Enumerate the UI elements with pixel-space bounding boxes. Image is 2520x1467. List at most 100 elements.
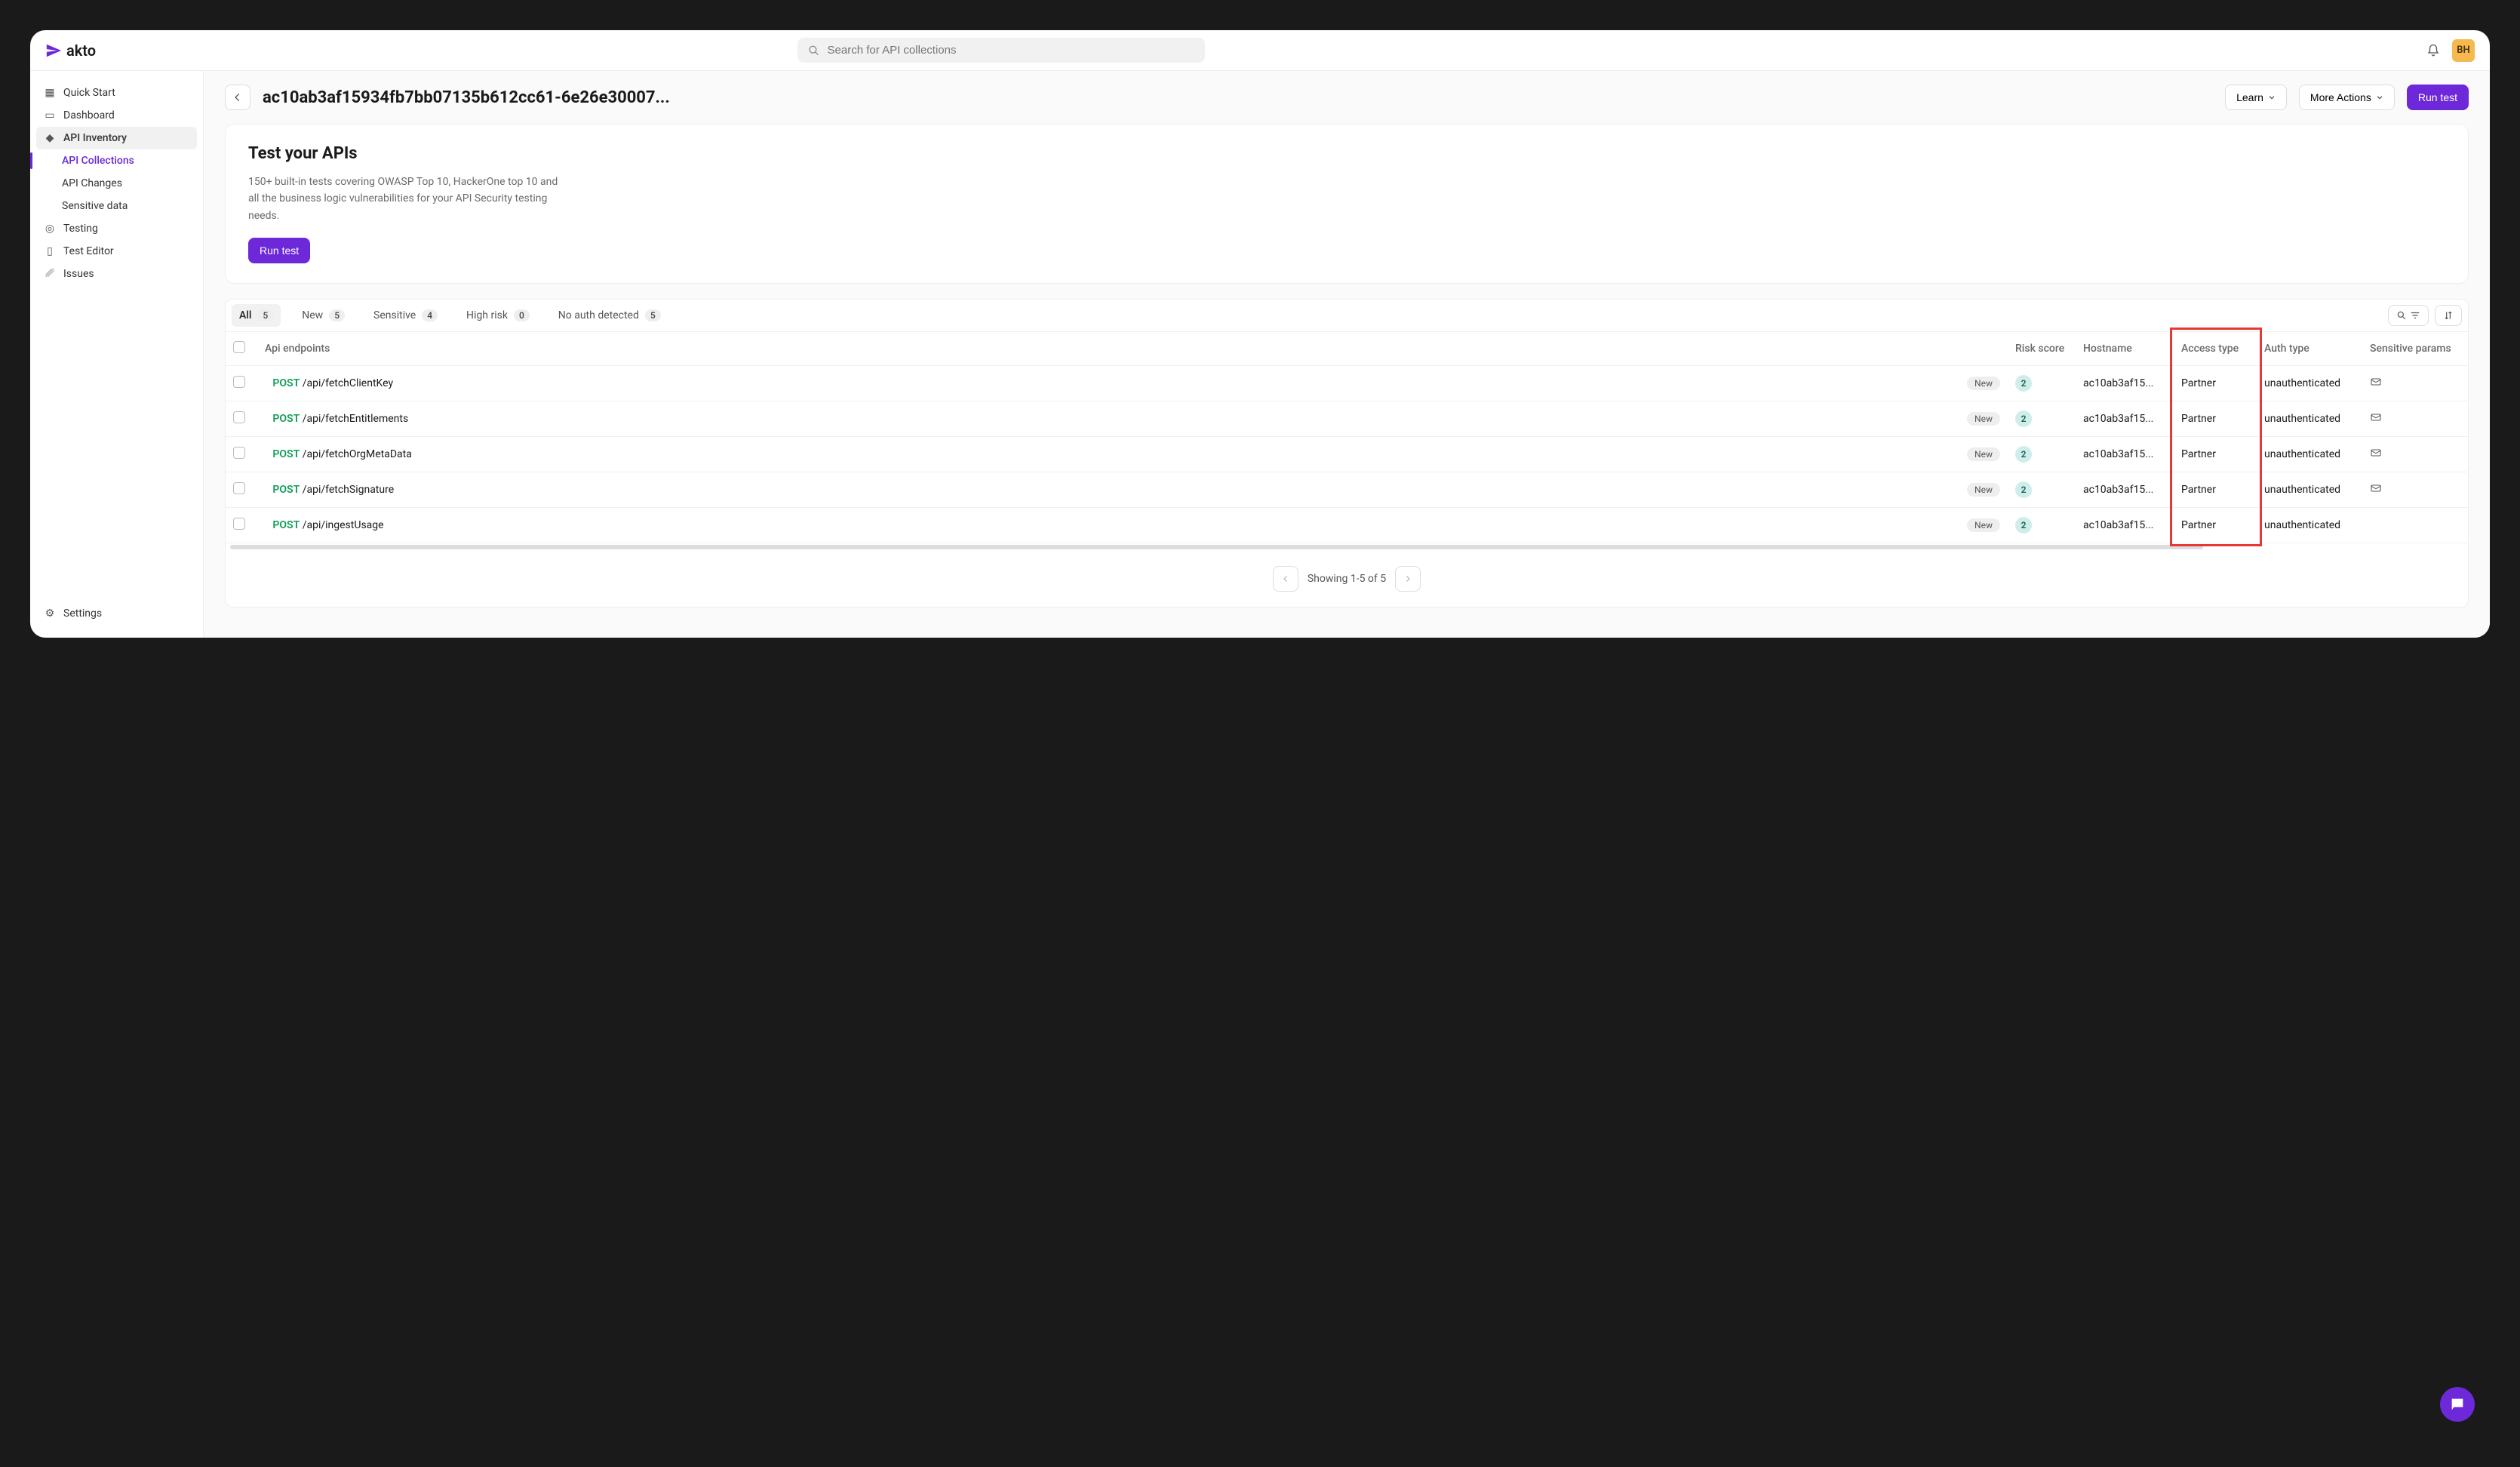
sensitive-cell: [2362, 437, 2468, 472]
filter-tabs: All 5 New 5 Sensitive 4 High risk 0 No a…: [225, 299, 2469, 332]
avatar[interactable]: BH: [2452, 39, 2475, 62]
col-risk[interactable]: Risk score: [2008, 332, 2076, 366]
endpoints-table: Api endpoints Risk score Hostname Access…: [225, 332, 2469, 607]
chevron-left-icon: [1281, 574, 1290, 583]
sensitive-cell: [2362, 508, 2468, 543]
dashboard-icon: ▭: [44, 109, 56, 121]
http-method: POST: [272, 484, 300, 496]
endpoint-path: /api/ingestUsage: [303, 519, 384, 531]
new-badge: New: [1967, 412, 2000, 426]
http-method: POST: [272, 413, 300, 425]
run-test-button[interactable]: Run test: [2407, 85, 2469, 110]
auth-cell: unauthenticated: [2257, 401, 2362, 437]
auth-cell: unauthenticated: [2257, 508, 2362, 543]
col-auth[interactable]: Auth type: [2257, 332, 2362, 366]
back-button[interactable]: [225, 85, 250, 110]
nav-api-inventory[interactable]: ◆ API Inventory: [36, 127, 197, 149]
hostname-cell: ac10ab3af15...: [2076, 401, 2174, 437]
nav-sensitive-data[interactable]: Sensitive data: [36, 195, 197, 217]
endpoint-path: /api/fetchEntitlements: [303, 413, 409, 425]
row-checkbox[interactable]: [233, 376, 245, 388]
count-badge: 5: [645, 309, 661, 321]
http-method: POST: [272, 448, 300, 460]
nav-settings[interactable]: ⚙ Settings: [36, 600, 197, 627]
row-checkbox[interactable]: [233, 482, 245, 494]
page-header: ac10ab3af15934fb7bb07135b612cc61-6e26e30…: [204, 71, 2490, 124]
learn-button[interactable]: Learn: [2225, 85, 2287, 110]
endpoint-cell: POST /api/fetchSignature: [257, 472, 1955, 508]
paper-plane-icon: [45, 42, 62, 59]
intro-run-test-button[interactable]: Run test: [248, 238, 310, 263]
sort-button[interactable]: [2435, 305, 2462, 326]
count-badge: 5: [329, 309, 345, 321]
col-hostname[interactable]: Hostname: [2076, 332, 2174, 366]
intro-body: 150+ built-in tests covering OWASP Top 1…: [248, 174, 565, 224]
tab-sensitive[interactable]: Sensitive 4: [366, 304, 445, 327]
bell-icon[interactable]: [2426, 44, 2440, 57]
grid-icon: ▦: [44, 87, 56, 99]
hostname-cell: ac10ab3af15...: [2076, 366, 2174, 401]
file-icon: ▯: [44, 245, 56, 257]
table-row[interactable]: POST /api/fetchEntitlements New 2 ac10ab3af…: [226, 401, 2468, 437]
table-row[interactable]: POST /api/fetchSignatureNew2ac10ab3af15.…: [226, 472, 2468, 508]
col-endpoints[interactable]: Api endpoints: [257, 332, 1955, 366]
topbar-right: BH: [2426, 39, 2475, 62]
nav-testing[interactable]: ◎ Testing: [36, 217, 197, 240]
chat-launcher[interactable]: [2440, 1387, 2475, 1422]
app-window: akto BH ▦ Quick Start ▭ Dashboard ◆ API …: [30, 30, 2490, 638]
search-box[interactable]: [797, 38, 1205, 63]
page-title: ac10ab3af15934fb7bb07135b612cc61-6e26e30…: [263, 88, 2213, 107]
table-row[interactable]: POST /api/fetchClientKeyNew2ac10ab3af15.…: [226, 366, 2468, 401]
endpoint-cell: POST /api/fetchClientKey: [257, 366, 1955, 401]
search-input[interactable]: [828, 44, 1195, 57]
horizontal-scrollbar[interactable]: [230, 545, 2203, 549]
tab-new[interactable]: New 5: [294, 304, 352, 327]
chart-icon: ␥: [44, 268, 56, 280]
more-actions-button[interactable]: More Actions: [2299, 85, 2395, 110]
next-page-button[interactable]: [1395, 566, 1421, 592]
brand-name: akto: [66, 42, 96, 60]
pagination-text: Showing 1-5 of 5: [1308, 573, 1386, 585]
risk-badge: 2: [2015, 517, 2032, 534]
row-checkbox[interactable]: [233, 518, 245, 530]
intro-heading: Test your APIs: [248, 144, 2445, 163]
tab-all[interactable]: All 5: [232, 304, 281, 327]
risk-badge: 2: [2015, 411, 2032, 427]
search-filter-button[interactable]: [2388, 305, 2429, 326]
chevron-down-icon: [2268, 94, 2276, 101]
col-sensitive[interactable]: Sensitive params: [2362, 332, 2468, 366]
table-row[interactable]: POST /api/ingestUsageNew2ac10ab3af15...P…: [226, 508, 2468, 543]
prev-page-button[interactable]: [1273, 566, 1298, 592]
auth-cell: unauthenticated: [2257, 472, 2362, 508]
brand-logo[interactable]: akto: [45, 42, 181, 60]
risk-badge: 2: [2015, 446, 2032, 463]
mail-icon: [2370, 411, 2382, 423]
access-cell: Partner: [2174, 508, 2257, 543]
nav-test-editor[interactable]: ▯ Test Editor: [36, 240, 197, 263]
auth-cell: unauthenticated: [2257, 366, 2362, 401]
http-method: POST: [272, 377, 300, 389]
nav-dashboard[interactable]: ▭ Dashboard: [36, 104, 197, 127]
tab-no-auth[interactable]: No auth detected 5: [551, 304, 668, 327]
hostname-cell: ac10ab3af15...: [2076, 508, 2174, 543]
row-checkbox[interactable]: [233, 411, 245, 423]
gear-icon: ⚙: [44, 607, 56, 620]
select-all-checkbox[interactable]: [233, 341, 245, 353]
col-access[interactable]: Access type: [2174, 332, 2257, 366]
table-header-row: Api endpoints Risk score Hostname Access…: [226, 332, 2468, 366]
risk-badge: 2: [2015, 481, 2032, 498]
new-badge: New: [1967, 518, 2000, 532]
nav-issues[interactable]: ␥ Issues: [36, 263, 197, 285]
table-row[interactable]: POST /api/fetchOrgMetaDataNew2ac10ab3af1…: [226, 437, 2468, 472]
nav-quick-start[interactable]: ▦ Quick Start: [36, 82, 197, 104]
inventory-icon: ◆: [44, 132, 56, 144]
sensitive-cell: [2362, 401, 2468, 437]
table-tools: [2388, 305, 2462, 326]
mail-icon: [2370, 376, 2382, 388]
body: ▦ Quick Start ▭ Dashboard ◆ API Inventor…: [30, 71, 2490, 638]
nav-api-collections[interactable]: API Collections: [36, 149, 197, 172]
tab-high-risk[interactable]: High risk 0: [459, 304, 537, 327]
nav-api-changes[interactable]: API Changes: [36, 172, 197, 195]
sensitive-cell: [2362, 472, 2468, 508]
row-checkbox[interactable]: [233, 447, 245, 459]
